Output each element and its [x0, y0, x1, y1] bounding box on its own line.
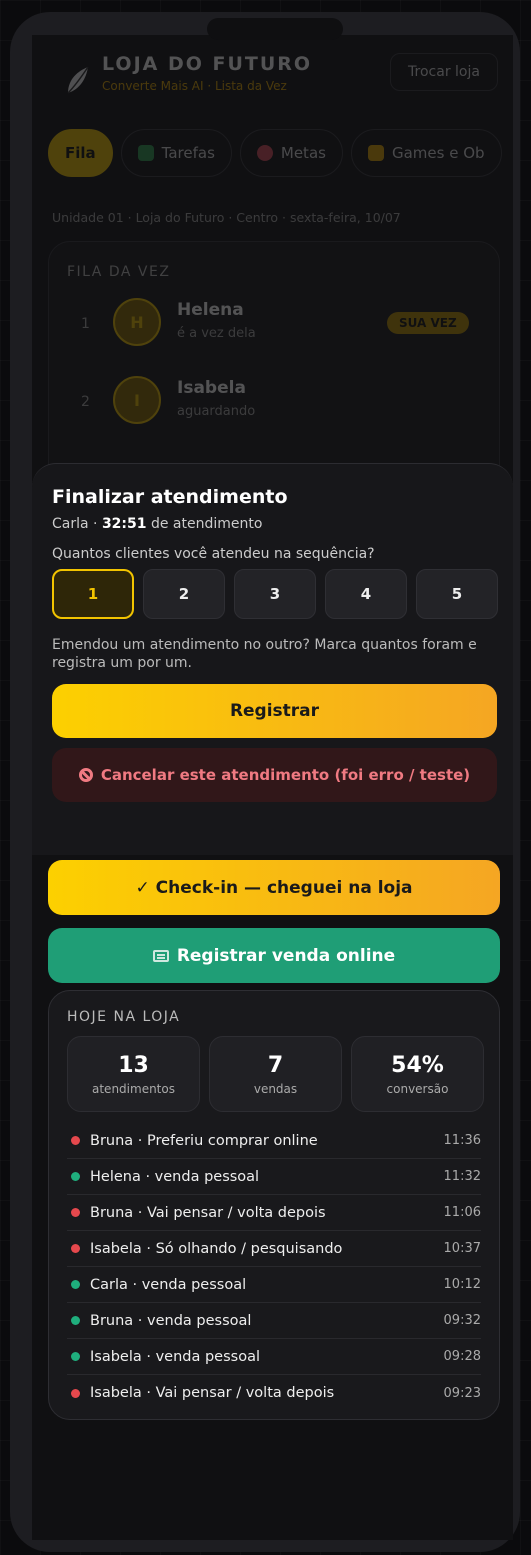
- today-card: HOJE NA LOJA 13 atendimentos 7 vendas 54…: [48, 990, 500, 1420]
- brand-logo-icon: [67, 66, 89, 94]
- stat-attendances: 13 atendimentos: [67, 1036, 200, 1112]
- status-dot: [71, 1316, 80, 1325]
- queue-name: Helena: [177, 300, 244, 320]
- stat-value: 13: [118, 1052, 149, 1078]
- queue-position: 2: [81, 394, 90, 410]
- status-dot: [71, 1352, 80, 1361]
- event-time: 09:28: [443, 1349, 481, 1364]
- sequence-option-4[interactable]: 4: [325, 569, 407, 619]
- unit-info: Unidade 01 · Loja do Futuro · Centro · s…: [52, 210, 401, 225]
- cancel-label: Cancelar este atendimento (foi erro / te…: [100, 766, 471, 784]
- event-list: Bruna · Preferiu comprar online 11:36 He…: [67, 1123, 481, 1411]
- finalize-sheet: Finalizar atendimento Carla · 32:51 de a…: [32, 463, 513, 855]
- sequence-option-5[interactable]: 5: [416, 569, 498, 619]
- tab-label: Games e Ob: [391, 144, 485, 162]
- stat-sales: 7 vendas: [209, 1036, 342, 1112]
- status-dot: [71, 1244, 80, 1253]
- list-item: Isabela · venda pessoal 09:28: [67, 1339, 481, 1375]
- sequence-option-1[interactable]: 1: [52, 569, 134, 619]
- queue-position: 1: [81, 316, 90, 332]
- timer-value: 32:51: [101, 516, 147, 532]
- stat-label: vendas: [253, 1081, 298, 1096]
- event-time: 11:36: [443, 1133, 481, 1148]
- event-text: Helena · venda pessoal: [90, 1168, 260, 1185]
- list-item: Helena · venda pessoal 11:32: [67, 1159, 481, 1195]
- today-title: HOJE NA LOJA: [67, 1009, 181, 1025]
- app-screen: LOJA DO FUTURO Converte Mais AI · Lista …: [32, 35, 513, 1540]
- sequence-option-3[interactable]: 3: [234, 569, 316, 619]
- trophy-icon: [367, 145, 384, 161]
- attendance-timer: Carla · 32:51 de atendimento: [52, 516, 262, 532]
- attendant-name: Carla ·: [52, 516, 102, 532]
- status-dot: [71, 1388, 80, 1398]
- sequence-option-2[interactable]: 2: [143, 569, 225, 619]
- queue-card: FILA DA VEZ 1 H Helena é a vez dela SUA …: [48, 241, 500, 501]
- online-sale-label: Registrar venda online: [176, 945, 396, 966]
- stat-label: atendimentos: [92, 1081, 175, 1096]
- event-text: Isabela · Só olhando / pesquisando: [90, 1240, 343, 1257]
- event-text: Bruna · Vai pensar / volta depois: [90, 1204, 326, 1221]
- event-text: Bruna · Preferiu comprar online: [90, 1132, 318, 1149]
- phone-notch: [207, 18, 343, 40]
- event-time: 11:06: [443, 1205, 481, 1220]
- queue-title: FILA DA VEZ: [67, 264, 171, 280]
- avatar: H: [113, 298, 161, 346]
- online-sale-button[interactable]: Registrar venda online: [48, 928, 500, 983]
- tab-label: Tarefas: [161, 144, 215, 162]
- tab-tarefas[interactable]: Tarefas: [120, 129, 232, 177]
- tab-label: Fila: [65, 144, 96, 162]
- list-item: Bruna · Preferiu comprar online 11:36: [67, 1123, 481, 1159]
- status-dot: [71, 1208, 80, 1217]
- cancel-attendance-button[interactable]: Cancelar este atendimento (foi erro / te…: [52, 748, 497, 802]
- event-time: 09:32: [443, 1313, 481, 1328]
- status-badge: SUA VEZ: [387, 312, 469, 334]
- sequence-question: Quantos clientes você atendeu na sequênc…: [52, 546, 375, 562]
- tab-bar: Fila Tarefas Metas Games e Ob: [48, 129, 502, 177]
- tab-label: Metas: [280, 144, 326, 162]
- ban-icon: [78, 768, 93, 782]
- timer-suffix: de atendimento: [146, 516, 263, 532]
- event-text: Bruna · venda pessoal: [90, 1312, 252, 1329]
- brand-subtitle: Converte Mais AI · Lista da Vez: [102, 79, 287, 93]
- status-dot: [71, 1136, 80, 1145]
- brand-title: LOJA DO FUTURO: [102, 53, 313, 75]
- tab-games[interactable]: Games e Ob: [350, 129, 502, 177]
- event-text: Isabela · venda pessoal: [90, 1348, 260, 1365]
- tab-metas[interactable]: Metas: [239, 129, 343, 177]
- stat-value: 54%: [391, 1052, 444, 1078]
- queue-name: Isabela: [177, 378, 246, 398]
- queue-status: é a vez dela: [177, 326, 256, 341]
- check-box-icon: [137, 145, 154, 161]
- list-item: Bruna · Vai pensar / volta depois 11:06: [67, 1195, 481, 1231]
- target-icon: [256, 145, 273, 161]
- list-item: Bruna · venda pessoal 09:32: [67, 1303, 481, 1339]
- list-item: Isabela · Só olhando / pesquisando 10:37: [67, 1231, 481, 1267]
- event-time: 10:37: [443, 1241, 481, 1256]
- event-text: Isabela · Vai pensar / volta depois: [90, 1385, 335, 1401]
- list-item: Isabela · Vai pensar / volta depois 09:2…: [67, 1375, 481, 1411]
- stat-value: 7: [267, 1052, 284, 1078]
- stat-label: conversão: [386, 1081, 449, 1096]
- event-time: 11:32: [443, 1169, 481, 1184]
- event-text: Carla · venda pessoal: [90, 1276, 247, 1293]
- status-dot: [71, 1172, 80, 1181]
- sequence-selector: 1 2 3 4 5: [52, 569, 498, 619]
- event-time: 09:23: [443, 1385, 481, 1401]
- queue-status: aguardando: [177, 404, 256, 419]
- status-dot: [71, 1280, 80, 1289]
- queue-row[interactable]: 1 H Helena é a vez dela SUA VEZ: [49, 298, 499, 358]
- event-time: 10:12: [443, 1277, 481, 1292]
- receipt-icon: [152, 949, 169, 962]
- queue-row[interactable]: 2 I Isabela aguardando: [49, 376, 499, 436]
- sequence-hint: Emendou um atendimento no outro? Marca q…: [52, 637, 477, 671]
- switch-store-button[interactable]: Trocar loja: [390, 53, 498, 91]
- register-button[interactable]: Registrar: [52, 684, 497, 738]
- checkin-button[interactable]: ✓ Check-in — cheguei na loja: [48, 860, 500, 915]
- avatar: I: [113, 376, 161, 424]
- stats-row: 13 atendimentos 7 vendas 54% conversão: [67, 1036, 484, 1112]
- tab-fila[interactable]: Fila: [48, 129, 113, 177]
- sheet-title: Finalizar atendimento: [52, 486, 288, 508]
- list-item: Carla · venda pessoal 10:12: [67, 1267, 481, 1303]
- stat-conversion: 54% conversão: [351, 1036, 484, 1112]
